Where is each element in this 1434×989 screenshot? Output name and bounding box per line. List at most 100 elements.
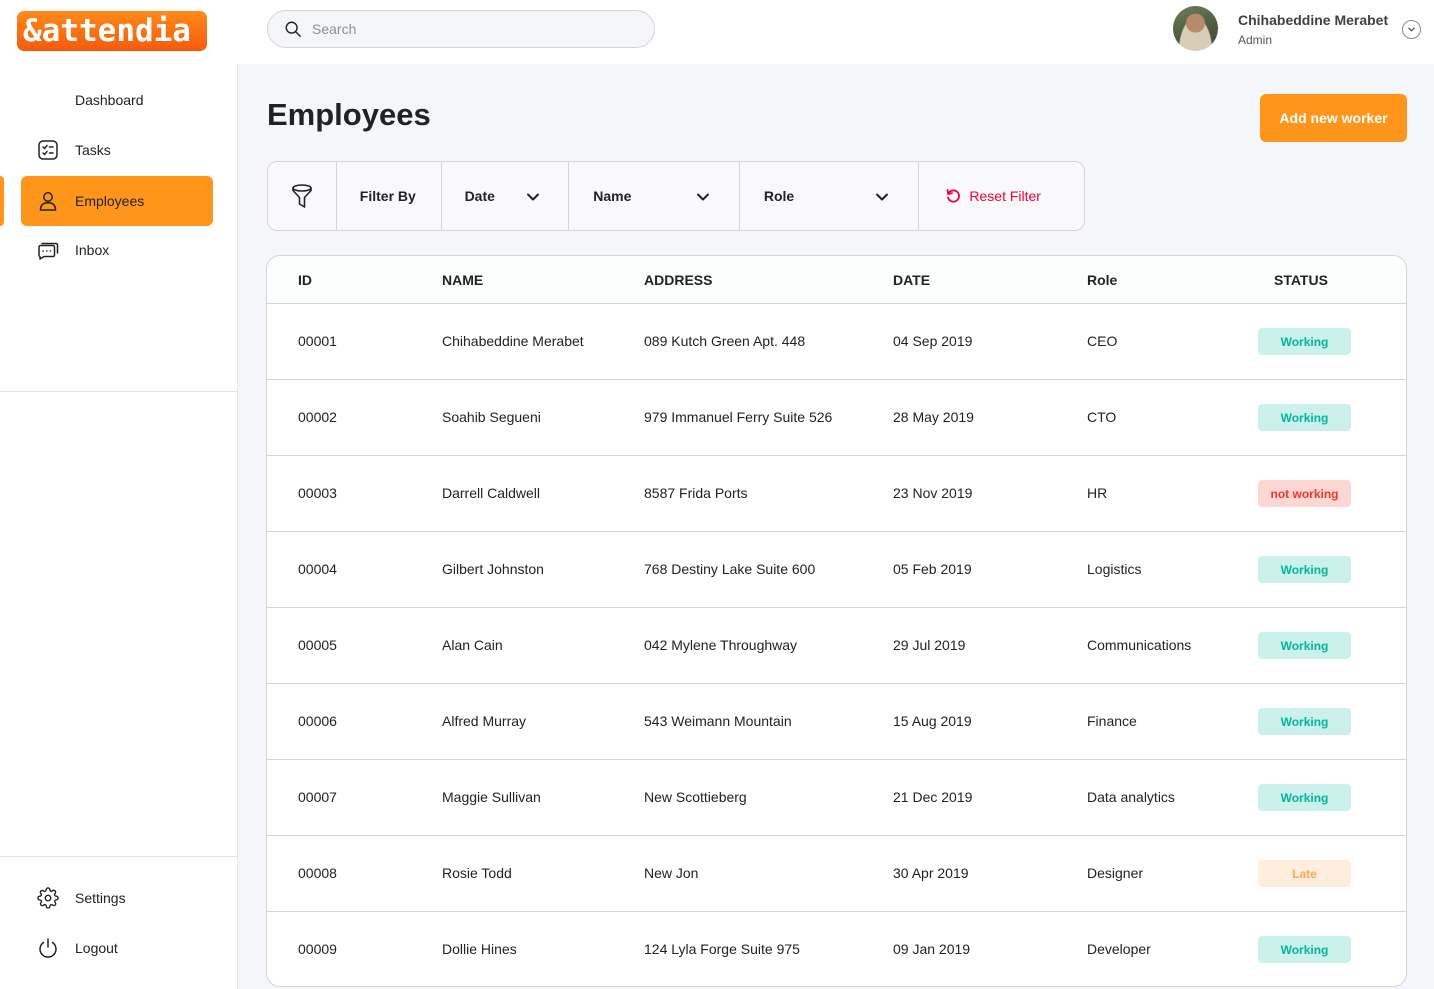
cell-address: 8587 Frida Ports: [644, 485, 748, 501]
cell-role: CEO: [1087, 333, 1118, 349]
cell-date: 30 Apr 2019: [893, 865, 969, 881]
sidebar-item-tasks[interactable]: Tasks: [21, 125, 213, 175]
table-row[interactable]: 00009 Dollie Hines 124 Lyla Forge Suite 97…: [267, 912, 1406, 986]
cell-id: 00009: [298, 941, 337, 957]
cell-name: Rosie Todd: [442, 865, 512, 881]
cell-name: Alfred Murray: [442, 713, 527, 729]
cell-name: Soahib Segueni: [442, 409, 541, 425]
date-filter-label: Date: [464, 188, 495, 204]
cell-date: 29 Jul 2019: [893, 637, 966, 653]
cell-name: Gilbert Johnston: [442, 561, 544, 577]
cell-date: 05 Feb 2019: [893, 561, 972, 577]
sidebar-item-label: Settings: [75, 890, 126, 906]
cell-id: 00001: [298, 333, 337, 349]
sidebar-item-label: Dashboard: [75, 92, 144, 108]
cell-date: 23 Nov 2019: [893, 485, 973, 501]
search-icon: [285, 21, 301, 37]
sidebar-item-label: Inbox: [75, 242, 110, 258]
search-input[interactable]: [312, 21, 632, 37]
employees-table: ID NAME ADDRESS DATE Role STATUS 00001 Ch…: [266, 255, 1407, 987]
role-filter-dropdown[interactable]: Role: [740, 162, 920, 230]
active-nav-marker: [0, 176, 4, 226]
status-badge: Working: [1258, 632, 1351, 659]
table-row[interactable]: 00006 Alfred Murray 543 Weimann Mountain 15…: [267, 684, 1406, 760]
top-bar: &attendia Chihabeddine Merabet Admin: [0, 0, 1434, 64]
cell-role: Finance: [1087, 713, 1137, 729]
cell-id: 00006: [298, 713, 337, 729]
cell-id: 00007: [298, 789, 337, 805]
column-header-id[interactable]: ID: [298, 272, 312, 288]
sidebar-item-employees[interactable]: Employees: [21, 176, 213, 226]
attendia-logo[interactable]: &attendia: [17, 11, 207, 51]
status-badge: Working: [1258, 556, 1351, 583]
cell-id: 00008: [298, 865, 337, 881]
cell-date: 28 May 2019: [893, 409, 974, 425]
cell-address: New Scottieberg: [644, 789, 747, 805]
cell-address: 042 Mylene Throughway: [644, 637, 798, 653]
table-row[interactable]: 00003 Darrell Caldwell 8587 Frida Ports 23 …: [267, 456, 1406, 532]
table-row[interactable]: 00002 Soahib Segueni 979 Immanuel Ferry Su…: [267, 380, 1406, 456]
column-header-status[interactable]: STATUS: [1274, 272, 1328, 288]
chevron-down-icon: [526, 193, 539, 201]
column-header-date[interactable]: DATE: [893, 272, 930, 288]
table-row[interactable]: 00004 Gilbert Johnston 768 Destiny Lake Su…: [267, 532, 1406, 608]
chevron-down-icon: [875, 193, 888, 201]
cell-address: 089 Kutch Green Apt. 448: [644, 333, 806, 349]
power-icon: [36, 936, 60, 960]
cell-role: Data analytics: [1087, 789, 1175, 805]
cell-address: 124 Lyla Forge Suite 975: [644, 941, 800, 957]
cell-id: 00005: [298, 637, 337, 653]
profile-name: Chihabeddine Merabet: [1238, 12, 1389, 28]
sidebar-item-dashboard[interactable]: Dashboard: [21, 75, 213, 125]
cell-address: 768 Destiny Lake Suite 600: [644, 561, 816, 577]
column-header-name[interactable]: NAME: [442, 272, 483, 288]
table-row[interactable]: 00001 Chihabeddine Merabet 089 Kutch Green…: [267, 304, 1406, 380]
reset-filter-button[interactable]: Reset Filter: [919, 162, 1084, 230]
cell-id: 00004: [298, 561, 337, 577]
cell-name: Maggie Sullivan: [442, 789, 541, 805]
cell-name: Darrell Caldwell: [442, 485, 541, 501]
cell-role: CTO: [1087, 409, 1117, 425]
filter-by-label: Filter By: [359, 188, 416, 204]
status-badge: Working: [1258, 708, 1351, 735]
table-row[interactable]: 00007 Maggie Sullivan New Scottieberg 21 De…: [267, 760, 1406, 836]
search-bar[interactable]: [267, 10, 655, 48]
filter-icon-cell[interactable]: [268, 162, 337, 230]
sidebar-divider: [0, 856, 237, 857]
page-title: Employees: [267, 97, 431, 132]
role-filter-label: Role: [763, 188, 795, 204]
cell-id: 00002: [298, 409, 337, 425]
add-new-worker-button[interactable]: Add new worker: [1260, 94, 1407, 142]
profile-role: Admin: [1238, 33, 1273, 47]
cell-date: 04 Sep 2019: [893, 333, 973, 349]
chevron-down-icon: [697, 193, 710, 201]
logo-text: &attendia: [23, 12, 191, 49]
cell-name: Chihabeddine Merabet: [442, 333, 584, 349]
column-header-address[interactable]: ADDRESS: [644, 272, 712, 288]
table-row[interactable]: 00008 Rosie Todd New Jon 30 Apr 2019 Designe…: [267, 836, 1406, 912]
status-badge: Working: [1258, 404, 1351, 431]
avatar[interactable]: [1173, 6, 1218, 51]
cell-name: Dollie Hines: [442, 941, 517, 957]
sidebar-item-inbox[interactable]: Inbox: [21, 225, 213, 275]
cell-date: 21 Dec 2019: [893, 789, 973, 805]
filter-by-label-cell: Filter By: [337, 162, 442, 230]
filter-icon: [292, 184, 312, 208]
chat-icon: [36, 238, 60, 262]
sidebar-item-label: Tasks: [75, 142, 111, 158]
dashboard-icon: [36, 88, 60, 112]
cell-role: Logistics: [1087, 561, 1142, 577]
sidebar-item-settings[interactable]: Settings: [21, 873, 213, 923]
cell-date: 09 Jan 2019: [893, 941, 971, 957]
date-filter-dropdown[interactable]: Date: [442, 162, 570, 230]
checklist-icon: [36, 138, 60, 162]
name-filter-dropdown[interactable]: Name: [569, 162, 740, 230]
table-row[interactable]: 00005 Alan Cain 042 Mylene Throughway 29 Ju…: [267, 608, 1406, 684]
sidebar-item-logout[interactable]: Logout: [21, 923, 213, 973]
cell-role: HR: [1087, 485, 1108, 501]
user-profile[interactable]: Chihabeddine Merabet Admin: [1173, 6, 1423, 52]
cell-role: Developer: [1087, 941, 1151, 957]
chevron-down-icon[interactable]: [1402, 20, 1421, 39]
column-header-role[interactable]: Role: [1087, 272, 1117, 288]
sidebar-divider: [0, 391, 237, 392]
